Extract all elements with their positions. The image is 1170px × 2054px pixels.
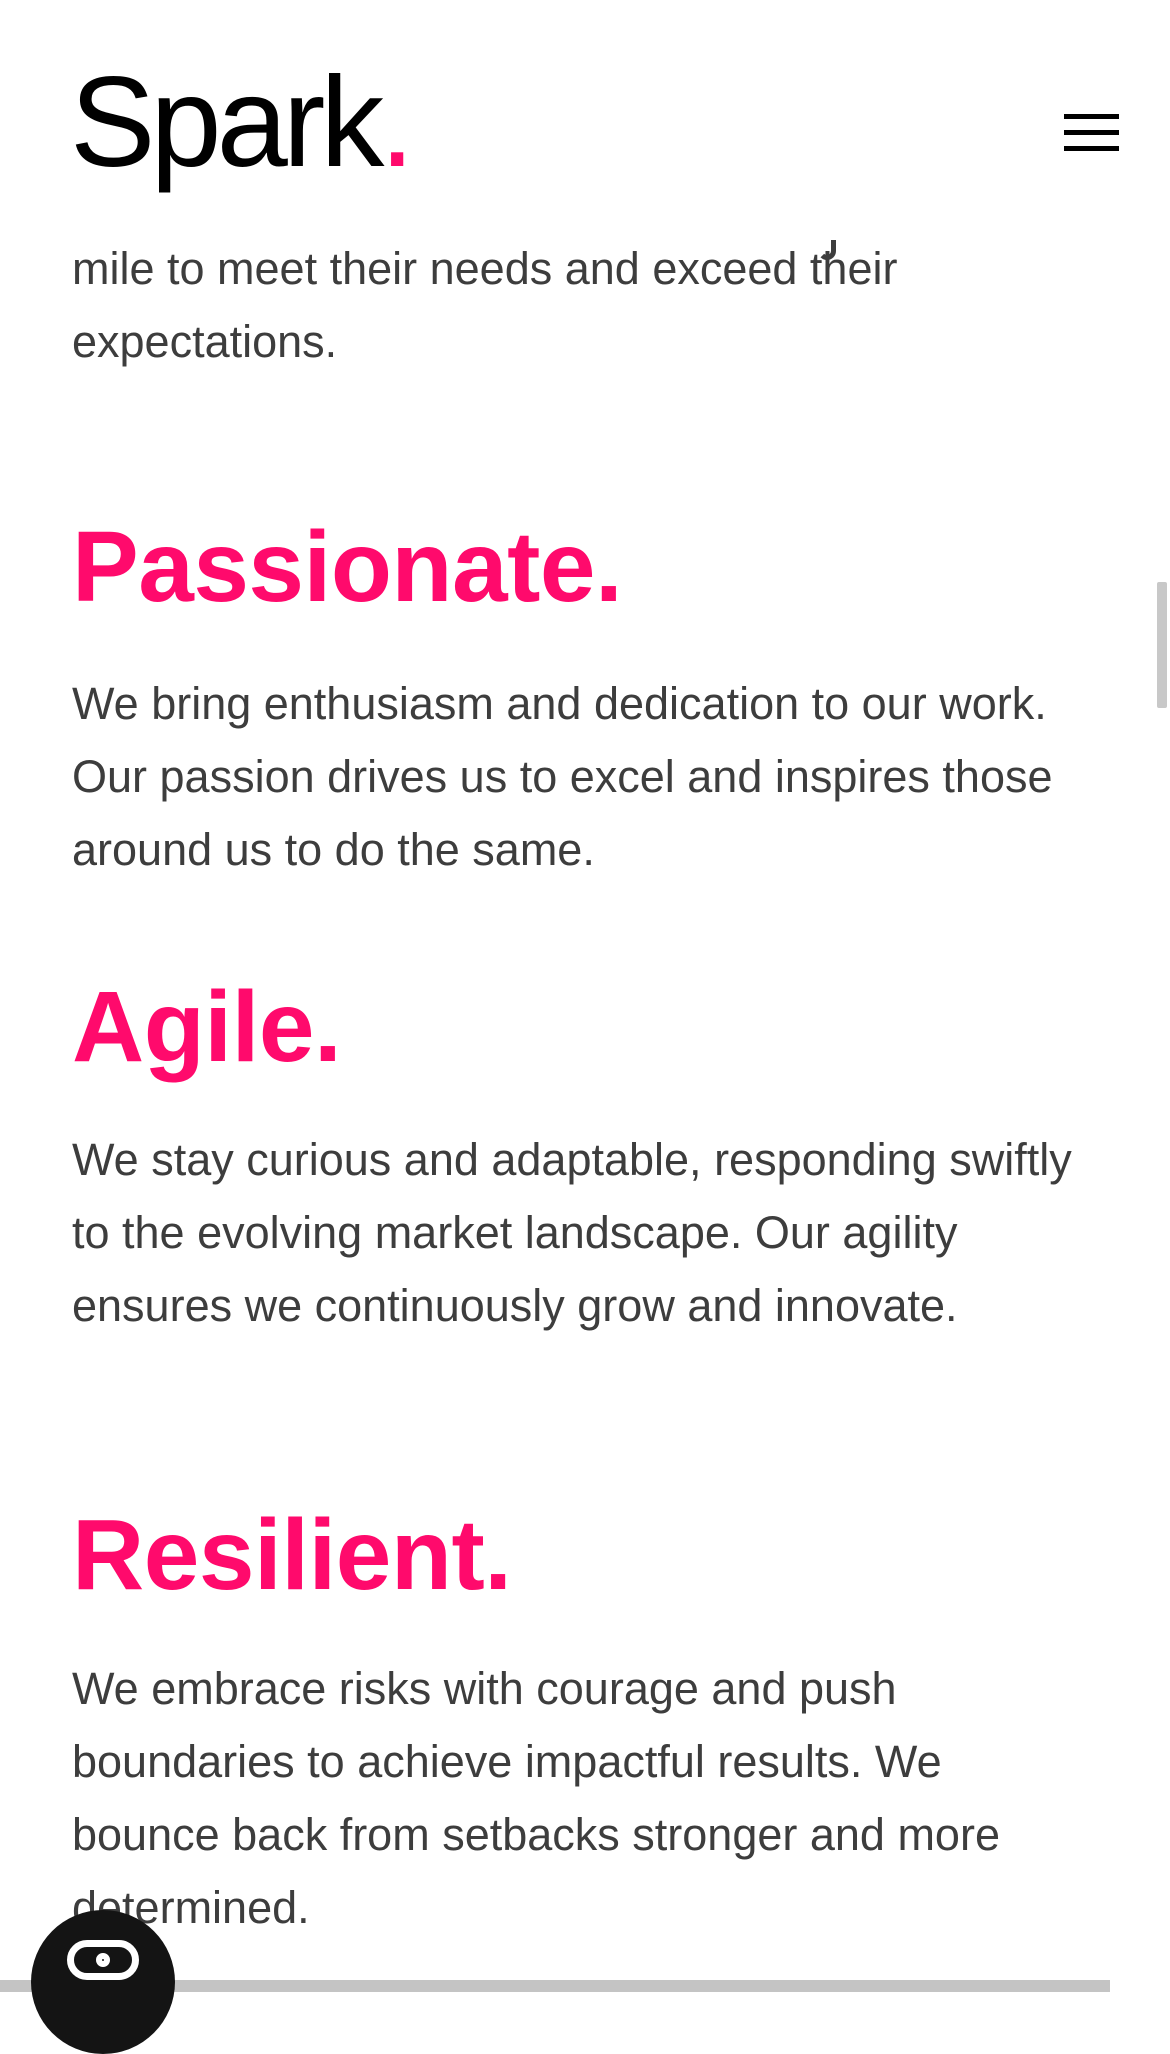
value-text-resilient: We embrace risks with courage and push b… xyxy=(72,1663,1000,1933)
logo-dot: . xyxy=(379,51,414,194)
value-text-agile: We stay curious and adaptable, respondin… xyxy=(72,1134,1072,1331)
page-content: mile to meet their needs and exceed thei… xyxy=(0,0,1130,1992)
clipped-glyph xyxy=(818,240,836,260)
menu-bar-top xyxy=(1064,114,1119,119)
intro-text: mile to meet their needs and exceed thei… xyxy=(72,232,1072,378)
menu-bar-bottom xyxy=(1064,146,1119,151)
intro-line-2: expectations. xyxy=(72,316,338,367)
scrollbar-thumb[interactable] xyxy=(1157,582,1167,708)
scrollbar-track[interactable] xyxy=(1150,0,1170,1992)
value-text-passionate: We bring enthusiasm and dedication to ou… xyxy=(72,678,1053,875)
logo[interactable]: Spark. xyxy=(70,48,415,198)
chat-bubble-icon xyxy=(67,1940,139,1980)
chat-button[interactable] xyxy=(31,1910,175,2054)
hamburger-menu-icon[interactable] xyxy=(1064,112,1119,154)
value-heading-resilient: Resilient. xyxy=(72,1499,512,1611)
menu-bar-middle xyxy=(1064,130,1119,135)
site-header: Spark. xyxy=(0,0,1130,240)
value-heading-agile: Agile. xyxy=(72,971,342,1083)
intro-line-1: mile to meet their needs and exceed thei… xyxy=(72,243,898,294)
value-heading-passionate: Passionate. xyxy=(72,511,623,623)
logo-text: Spark xyxy=(70,51,384,194)
